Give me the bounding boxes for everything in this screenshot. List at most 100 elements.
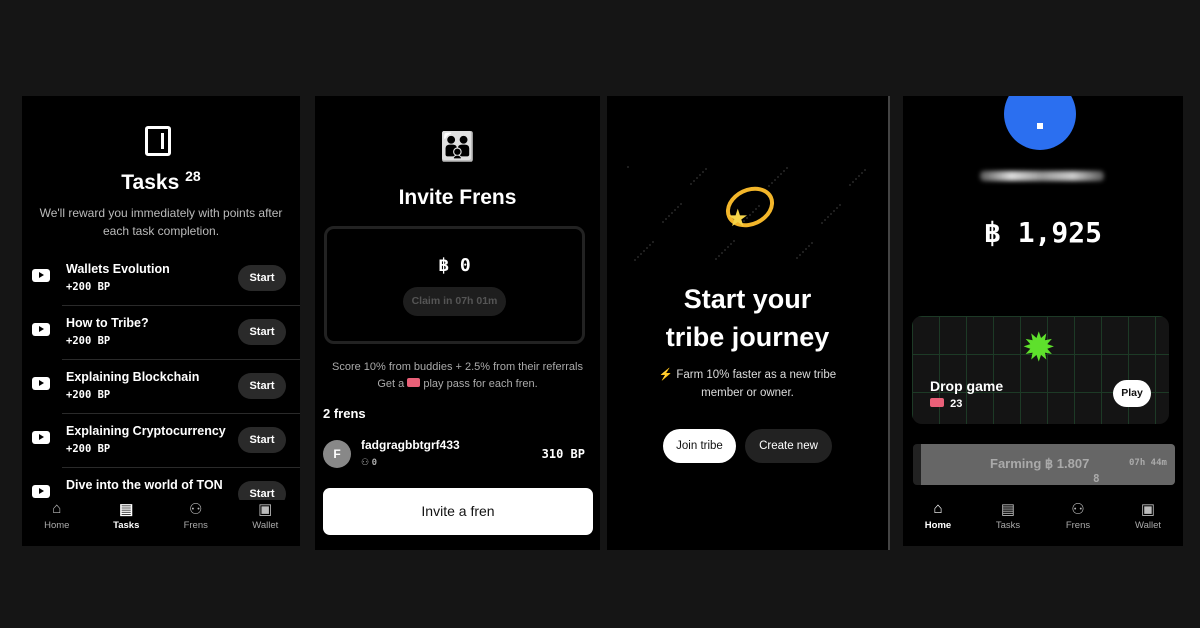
star — [855, 178, 857, 180]
task-reward: +200 BP — [66, 335, 111, 347]
family-emoji-icon: 👪 — [440, 131, 475, 162]
wallet-icon: ▣ — [258, 501, 273, 518]
tribe-screen: ★ Start your tribe journey ⚡ Farm 10% fas… — [607, 96, 890, 550]
play-pass-icon — [407, 378, 421, 387]
start-button[interactable]: Start — [238, 373, 286, 399]
frens-icon: ⚇ — [189, 501, 203, 518]
star — [671, 212, 673, 214]
claim-button[interactable]: Claim in 07h 01m — [403, 287, 506, 316]
star — [864, 169, 866, 171]
clover-icon: ✹ — [1022, 326, 1056, 370]
star — [693, 180, 695, 182]
youtube-icon — [32, 377, 50, 390]
farming-button[interactable]: Farming ฿ 1.807 8 07h 44m — [913, 444, 1175, 485]
star — [640, 253, 642, 255]
star — [634, 259, 636, 261]
star — [662, 221, 664, 223]
nav-frens[interactable]: ⚇ Frens — [161, 500, 231, 546]
task-reward: +200 BP — [66, 443, 111, 455]
tribe-description: ⚡ Farm 10% faster as a new tribe member o… — [658, 369, 837, 399]
star — [771, 182, 773, 184]
create-tribe-button[interactable]: Create new — [745, 429, 832, 463]
join-tribe-button[interactable]: Join tribe — [663, 429, 736, 463]
frens-icon: ⚇ — [1071, 501, 1085, 518]
star — [646, 247, 648, 249]
star — [786, 167, 788, 169]
task-item: Explaining Cryptocurrency +200 BP Start — [22, 414, 300, 468]
nav-home[interactable]: ⌂ Home — [22, 500, 92, 546]
star — [827, 216, 829, 218]
game-title: Drop game — [930, 378, 1004, 394]
star — [696, 177, 698, 179]
start-button[interactable]: Start — [238, 427, 286, 453]
star — [674, 209, 676, 211]
nav-tasks[interactable]: ▤ Tasks — [92, 500, 162, 546]
task-title: Explaining Blockchain — [66, 370, 200, 384]
play-pass-icon — [930, 398, 944, 407]
farming-label: Farming ฿ 1.807 — [990, 456, 1090, 471]
start-button[interactable]: Start — [238, 265, 286, 291]
fren-referrals: 0 — [371, 458, 378, 468]
star — [780, 173, 782, 175]
youtube-icon — [32, 431, 50, 444]
nav-tasks[interactable]: ▤ Tasks — [973, 500, 1043, 546]
pass-count: 23 — [950, 398, 963, 410]
star — [705, 168, 707, 170]
task-reward: +200 BP — [66, 389, 111, 401]
page-title: Invite Frens — [398, 186, 517, 209]
task-title: Wallets Evolution — [66, 262, 170, 276]
frens-screen: 👪 Invite Frens ฿ 0 Claim in 07h 01m Scor… — [315, 96, 600, 550]
invite-fren-button[interactable]: Invite a fren — [323, 488, 593, 535]
referral-balance: ฿ 0 — [438, 255, 471, 276]
task-item: How to Tribe? +200 BP Start — [22, 306, 300, 360]
tasks-icon: ▤ — [1000, 501, 1016, 518]
star — [811, 242, 813, 244]
star — [733, 240, 735, 242]
start-button[interactable]: Start — [238, 319, 286, 345]
star-icon: ★ — [727, 205, 749, 232]
task-title: How to Tribe? — [66, 316, 149, 330]
star — [627, 166, 629, 168]
star — [637, 256, 639, 258]
star — [649, 244, 651, 246]
fren-row: F fadgragbbtgrf433 ⚇ 0 310 BP — [323, 438, 593, 474]
subtitle: We'll reward you immediately with points… — [39, 206, 283, 238]
balance: ฿ 1,925 — [983, 216, 1102, 249]
task-title: Explaining Cryptocurrency — [66, 424, 226, 438]
star — [783, 170, 785, 172]
task-reward: +200 BP — [66, 281, 111, 293]
star — [808, 245, 810, 247]
nav-wallet[interactable]: ▣ Wallet — [231, 500, 301, 546]
star — [858, 175, 860, 177]
star — [768, 185, 770, 187]
star — [724, 249, 726, 251]
star — [668, 215, 670, 217]
bottom-nav: ⌂ Home ▤ Tasks ⚇ Frens ▣ Wallet — [903, 500, 1183, 546]
tasks-screen: Tasks 28 We'll reward you immediately wi… — [22, 96, 300, 546]
star — [805, 248, 807, 250]
nav-frens[interactable]: ⚇ Frens — [1043, 500, 1113, 546]
tasks-icon: ▤ — [119, 501, 134, 518]
fren-name: fadgragbbtgrf433 — [361, 438, 460, 452]
home-icon: ⌂ — [52, 500, 62, 517]
star — [730, 243, 732, 245]
youtube-icon — [32, 485, 50, 498]
blurred-username — [980, 171, 1104, 181]
star — [802, 251, 804, 253]
star — [665, 218, 667, 220]
referral-info: Score 10% from buddies + 2.5% from their… — [332, 361, 583, 390]
page-title: Tasks — [121, 171, 180, 194]
star — [852, 181, 854, 183]
play-button[interactable]: Play — [1113, 380, 1151, 407]
star — [718, 255, 720, 257]
home-icon: ⌂ — [933, 500, 943, 517]
referrals-icon: ⚇ — [361, 457, 370, 467]
drop-game-card: ✹ Drop game 23 Play — [912, 316, 1169, 424]
nav-home[interactable]: ⌂ Home — [903, 500, 973, 546]
star — [777, 176, 779, 178]
star — [680, 203, 682, 205]
star — [643, 250, 645, 252]
bottom-nav: ⌂ Home ▤ Tasks ⚇ Frens ▣ Wallet — [22, 500, 300, 546]
star — [830, 213, 832, 215]
nav-wallet[interactable]: ▣ Wallet — [1113, 500, 1183, 546]
